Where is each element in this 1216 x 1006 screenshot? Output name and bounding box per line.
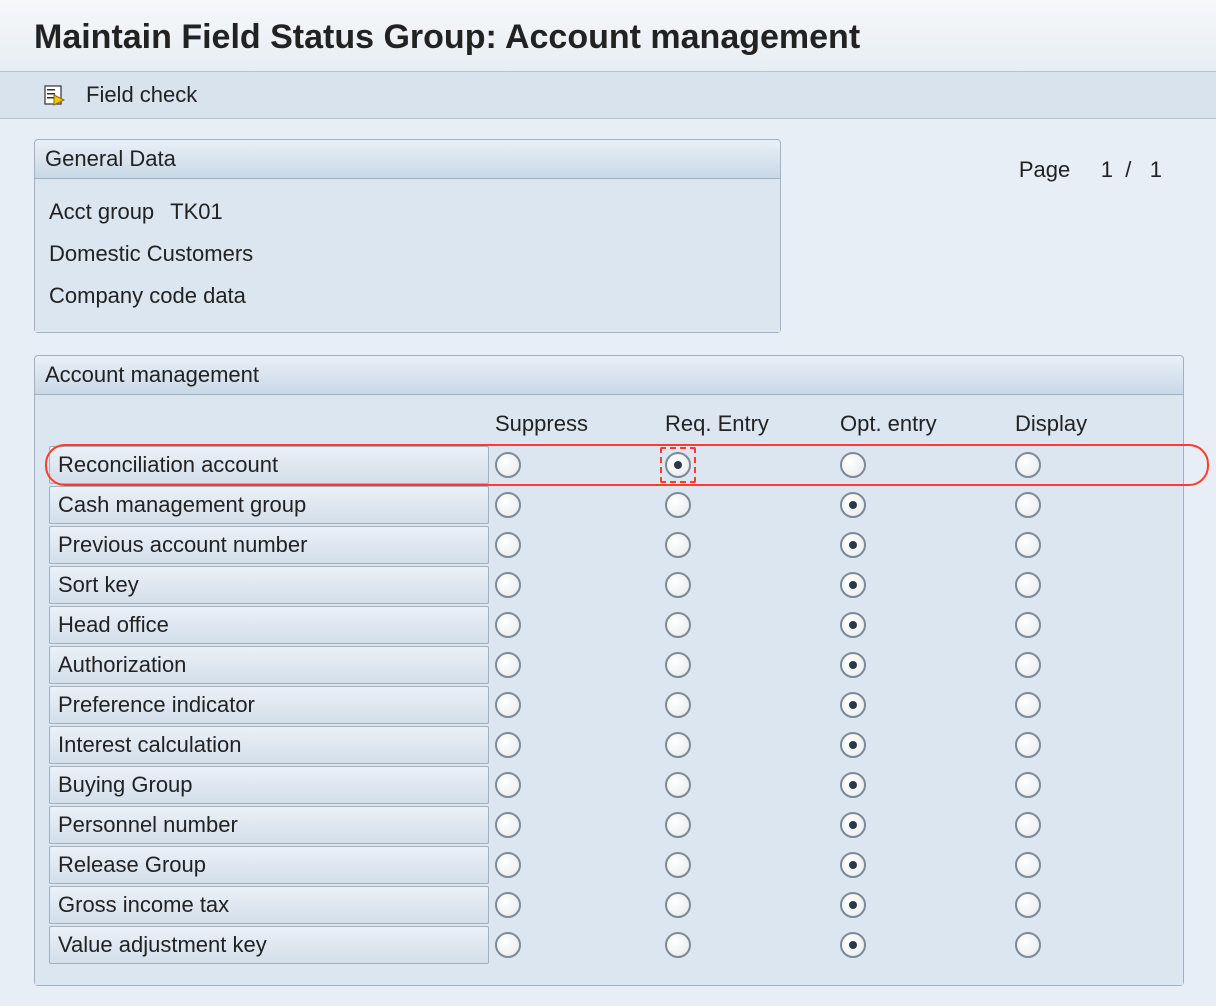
radio-display[interactable] [1015,932,1041,958]
field-status-row: Release Group [49,845,1169,885]
radio-suppress[interactable] [495,892,521,918]
radio-opt-entry[interactable] [840,692,866,718]
radio-req-entry[interactable] [665,812,691,838]
field-label: Previous account number [49,526,489,564]
radio-opt-entry[interactable] [840,932,866,958]
field-label: Gross income tax [49,886,489,924]
radio-req-entry[interactable] [665,772,691,798]
radio-suppress[interactable] [495,772,521,798]
general-data-panel: General Data Acct group TK01 Domestic Cu… [34,139,781,333]
radio-req-entry[interactable] [665,892,691,918]
radio-opt-entry[interactable] [840,732,866,758]
radio-display[interactable] [1015,732,1041,758]
field-status-row: Reconciliation account [49,445,1169,485]
field-label: Buying Group [49,766,489,804]
radio-suppress[interactable] [495,492,521,518]
radio-display[interactable] [1015,612,1041,638]
field-status-row: Buying Group [49,765,1169,805]
field-status-row: Cash management group [49,485,1169,525]
radio-req-entry[interactable] [665,612,691,638]
radio-suppress[interactable] [495,452,521,478]
radio-suppress[interactable] [495,932,521,958]
radio-req-entry[interactable] [665,732,691,758]
field-status-row: Personnel number [49,805,1169,845]
radio-req-entry[interactable] [665,692,691,718]
radio-display[interactable] [1015,652,1041,678]
radio-req-entry[interactable] [665,932,691,958]
field-status-row: Head office [49,605,1169,645]
acct-group-value: TK01 [170,191,223,233]
field-label: Reconciliation account [49,446,489,484]
field-status-row: Gross income tax [49,885,1169,925]
radio-req-entry[interactable] [665,532,691,558]
radio-req-entry[interactable] [665,852,691,878]
radio-opt-entry[interactable] [840,892,866,918]
radio-req-entry[interactable] [665,652,691,678]
radio-display[interactable] [1015,692,1041,718]
acct-group-label: Acct group [49,191,154,233]
radio-opt-entry[interactable] [840,772,866,798]
radio-suppress[interactable] [495,572,521,598]
field-status-row: Value adjustment key [49,925,1169,965]
field-label: Release Group [49,846,489,884]
col-display: Display [1009,403,1129,445]
field-status-panel: Account management Suppress Req. Entry O… [34,355,1184,986]
radio-opt-entry[interactable] [840,612,866,638]
field-label: Head office [49,606,489,644]
radio-req-entry[interactable] [665,572,691,598]
field-status-row: Preference indicator [49,685,1169,725]
toolbar: Field check [0,72,1216,119]
field-label: Value adjustment key [49,926,489,964]
col-opt-entry: Opt. entry [834,403,1009,445]
radio-suppress[interactable] [495,612,521,638]
acct-group-desc: Domestic Customers [49,233,766,275]
radio-opt-entry[interactable] [840,532,866,558]
radio-display[interactable] [1015,572,1041,598]
radio-display[interactable] [1015,812,1041,838]
general-data-header: General Data [35,140,780,179]
radio-opt-entry[interactable] [840,652,866,678]
radio-req-entry[interactable] [665,452,691,478]
field-label: Authorization [49,646,489,684]
radio-opt-entry[interactable] [840,492,866,518]
field-label: Sort key [49,566,489,604]
field-label: Preference indicator [49,686,489,724]
col-suppress: Suppress [489,403,659,445]
radio-suppress[interactable] [495,692,521,718]
field-label: Personnel number [49,806,489,844]
radio-opt-entry[interactable] [840,812,866,838]
page-title: Maintain Field Status Group: Account man… [0,0,1216,72]
radio-req-entry[interactable] [665,492,691,518]
column-headers: Suppress Req. Entry Opt. entry Display [49,403,1169,445]
field-status-row: Sort key [49,565,1169,605]
radio-suppress[interactable] [495,652,521,678]
page-indicator: Page 1 / 1 [1019,139,1196,183]
radio-opt-entry[interactable] [840,572,866,598]
radio-display[interactable] [1015,492,1041,518]
field-label: Interest calculation [49,726,489,764]
radio-opt-entry[interactable] [840,852,866,878]
acct-group-section: Company code data [49,275,766,317]
radio-display[interactable] [1015,452,1041,478]
radio-display[interactable] [1015,892,1041,918]
field-label: Cash management group [49,486,489,524]
field-check-button[interactable]: Field check [86,82,197,108]
radio-suppress[interactable] [495,852,521,878]
radio-opt-entry[interactable] [840,452,866,478]
field-status-header: Account management [35,356,1183,395]
field-status-row: Interest calculation [49,725,1169,765]
radio-suppress[interactable] [495,732,521,758]
radio-display[interactable] [1015,852,1041,878]
radio-display[interactable] [1015,532,1041,558]
radio-suppress[interactable] [495,812,521,838]
field-check-icon[interactable] [42,83,66,107]
radio-display[interactable] [1015,772,1041,798]
radio-suppress[interactable] [495,532,521,558]
field-status-row: Previous account number [49,525,1169,565]
field-status-row: Authorization [49,645,1169,685]
col-req-entry: Req. Entry [659,403,834,445]
